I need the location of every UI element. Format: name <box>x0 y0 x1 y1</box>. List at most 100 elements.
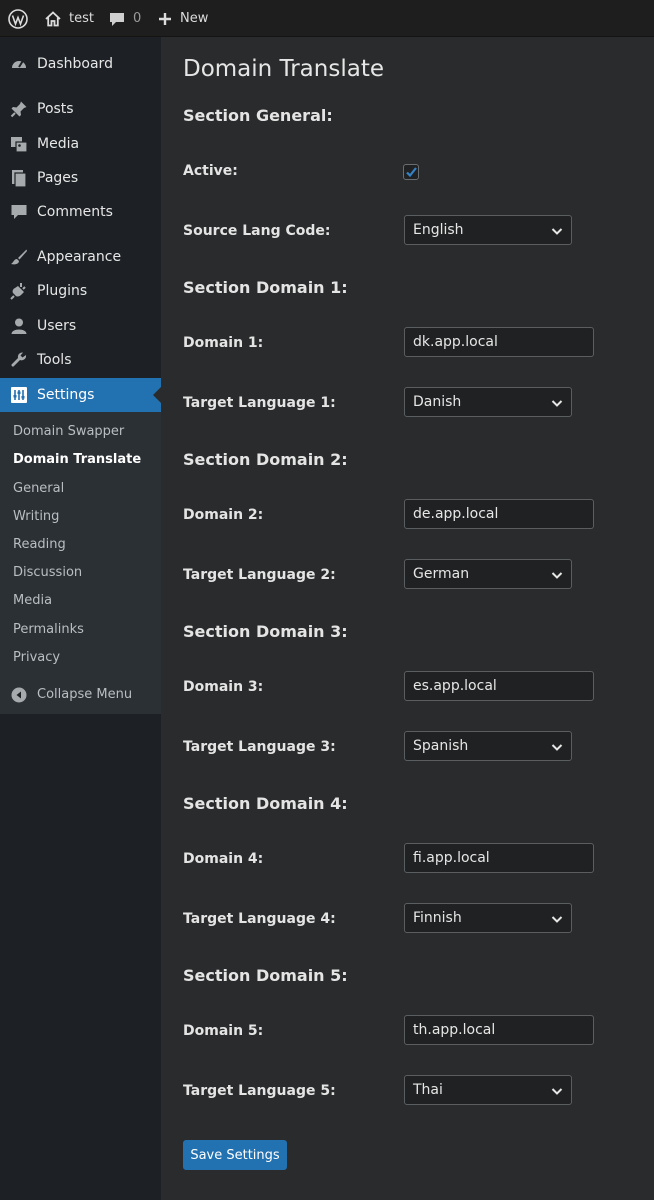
submenu-item-reading[interactable]: Reading <box>13 537 66 552</box>
comment-icon <box>10 203 28 221</box>
new-label: New <box>180 11 209 26</box>
target-language-label: Target Language 1: <box>183 395 336 411</box>
section-heading: Section Domain 3: <box>183 622 348 641</box>
submenu-item-permalinks[interactable]: Permalinks <box>13 622 84 637</box>
domain-5-input[interactable]: th.app.local <box>404 1015 594 1045</box>
target-language-3-select[interactable]: Spanish <box>404 731 572 761</box>
target-language-1-select[interactable]: Danish <box>404 387 572 417</box>
plus-icon <box>158 12 172 26</box>
sidebar-item-label: Tools <box>37 352 72 368</box>
collapse-label: Collapse Menu <box>37 687 133 702</box>
settings-submenu: Domain Swapper Domain Translate General … <box>0 412 161 714</box>
target-language-label: Target Language 5: <box>183 1083 336 1099</box>
domain-4-input[interactable]: fi.app.local <box>404 843 594 873</box>
submenu-item-domain-swapper[interactable]: Domain Swapper <box>13 424 124 439</box>
home-icon <box>44 10 62 28</box>
select-value: Finnish <box>413 910 462 926</box>
sidebar-item-label: Media <box>37 136 80 152</box>
brush-icon <box>10 248 28 266</box>
section-heading: Section General: <box>183 106 333 125</box>
active-indicator <box>153 387 161 403</box>
chevron-down-icon <box>551 1088 563 1095</box>
sidebar-item-media[interactable]: Media <box>0 127 161 161</box>
sidebar-item-label: Plugins <box>37 283 88 299</box>
sidebar-item-settings[interactable]: Settings <box>0 378 161 412</box>
checkmark-icon <box>406 167 417 178</box>
domain-3-input[interactable]: es.app.local <box>404 671 594 701</box>
dashboard-icon <box>10 55 28 73</box>
section-heading: Section Domain 1: <box>183 278 348 297</box>
sidebar-item-comments[interactable]: Comments <box>0 195 161 229</box>
sidebar-item-plugins[interactable]: Plugins <box>0 274 161 308</box>
domain-label: Domain 5: <box>183 1023 264 1039</box>
select-value: Danish <box>413 394 462 410</box>
sidebar-item-label: Users <box>37 318 77 334</box>
chevron-down-icon <box>551 228 563 235</box>
collapse-menu-button[interactable]: Collapse Menu <box>0 683 161 715</box>
select-value: English <box>413 222 464 238</box>
sidebar-item-label: Pages <box>37 170 79 186</box>
chevron-down-icon <box>551 744 563 751</box>
sidebar-item-appearance[interactable]: Appearance <box>0 240 161 274</box>
admin-sidebar: Dashboard Posts Media Pages Comments App… <box>0 37 161 1200</box>
submenu-item-writing[interactable]: Writing <box>13 509 59 524</box>
sidebar-item-dashboard[interactable]: Dashboard <box>0 47 161 81</box>
target-language-label: Target Language 4: <box>183 911 336 927</box>
sidebar-item-label: Appearance <box>37 249 122 265</box>
sidebar-item-users[interactable]: Users <box>0 309 161 343</box>
select-value: Spanish <box>413 738 469 754</box>
user-icon <box>10 317 28 335</box>
main-content: Domain Translate Section General: Active… <box>161 37 654 1200</box>
wrench-icon <box>10 351 28 369</box>
submenu-item-general[interactable]: General <box>13 481 64 496</box>
save-settings-button[interactable]: Save Settings <box>183 1140 287 1170</box>
sidebar-item-label: Posts <box>37 101 74 117</box>
site-name-label: test <box>69 11 94 26</box>
wordpress-logo-icon[interactable] <box>8 0 28 37</box>
sidebar-item-label: Comments <box>37 204 113 220</box>
domain-label: Domain 4: <box>183 851 264 867</box>
submenu-item-domain-translate[interactable]: Domain Translate <box>13 452 141 467</box>
domain-label: Domain 3: <box>183 679 264 695</box>
domain-label: Domain 1: <box>183 335 264 351</box>
sidebar-item-posts[interactable]: Posts <box>0 92 161 126</box>
select-value: Thai <box>413 1082 443 1098</box>
chevron-down-icon <box>551 916 563 923</box>
submenu-item-media[interactable]: Media <box>13 593 52 608</box>
comment-icon <box>108 10 126 28</box>
new-content-link[interactable]: New <box>158 0 208 37</box>
comments-count: 0 <box>133 11 142 26</box>
admin-bar: test 0 New <box>0 0 654 37</box>
select-value: German <box>413 566 470 582</box>
domain-1-input[interactable]: dk.app.local <box>404 327 594 357</box>
source-lang-select[interactable]: English <box>404 215 572 245</box>
target-language-label: Target Language 2: <box>183 567 336 583</box>
domain-2-input[interactable]: de.app.local <box>404 499 594 529</box>
target-language-2-select[interactable]: German <box>404 559 572 589</box>
domain-label: Domain 2: <box>183 507 264 523</box>
comments-link[interactable]: 0 <box>108 0 141 37</box>
source-lang-label: Source Lang Code: <box>183 223 331 239</box>
sidebar-item-label: Dashboard <box>37 56 113 72</box>
media-icon <box>10 135 28 153</box>
pin-icon <box>10 100 28 118</box>
active-checkbox[interactable] <box>403 164 419 180</box>
page-title: Domain Translate <box>183 56 384 82</box>
target-language-4-select[interactable]: Finnish <box>404 903 572 933</box>
site-name-link[interactable]: test <box>44 0 94 37</box>
target-language-5-select[interactable]: Thai <box>404 1075 572 1105</box>
section-heading: Section Domain 2: <box>183 450 348 469</box>
submenu-item-discussion[interactable]: Discussion <box>13 565 82 580</box>
chevron-down-icon <box>551 400 563 407</box>
section-heading: Section Domain 4: <box>183 794 348 813</box>
sidebar-item-tools[interactable]: Tools <box>0 343 161 377</box>
collapse-icon <box>11 687 27 707</box>
submenu-item-privacy[interactable]: Privacy <box>13 650 60 665</box>
pages-icon <box>10 169 28 188</box>
chevron-down-icon <box>551 572 563 579</box>
sidebar-item-label: Settings <box>37 387 95 403</box>
plug-icon <box>10 282 28 300</box>
target-language-label: Target Language 3: <box>183 739 336 755</box>
active-label: Active: <box>183 163 238 179</box>
sidebar-item-pages[interactable]: Pages <box>0 161 161 195</box>
